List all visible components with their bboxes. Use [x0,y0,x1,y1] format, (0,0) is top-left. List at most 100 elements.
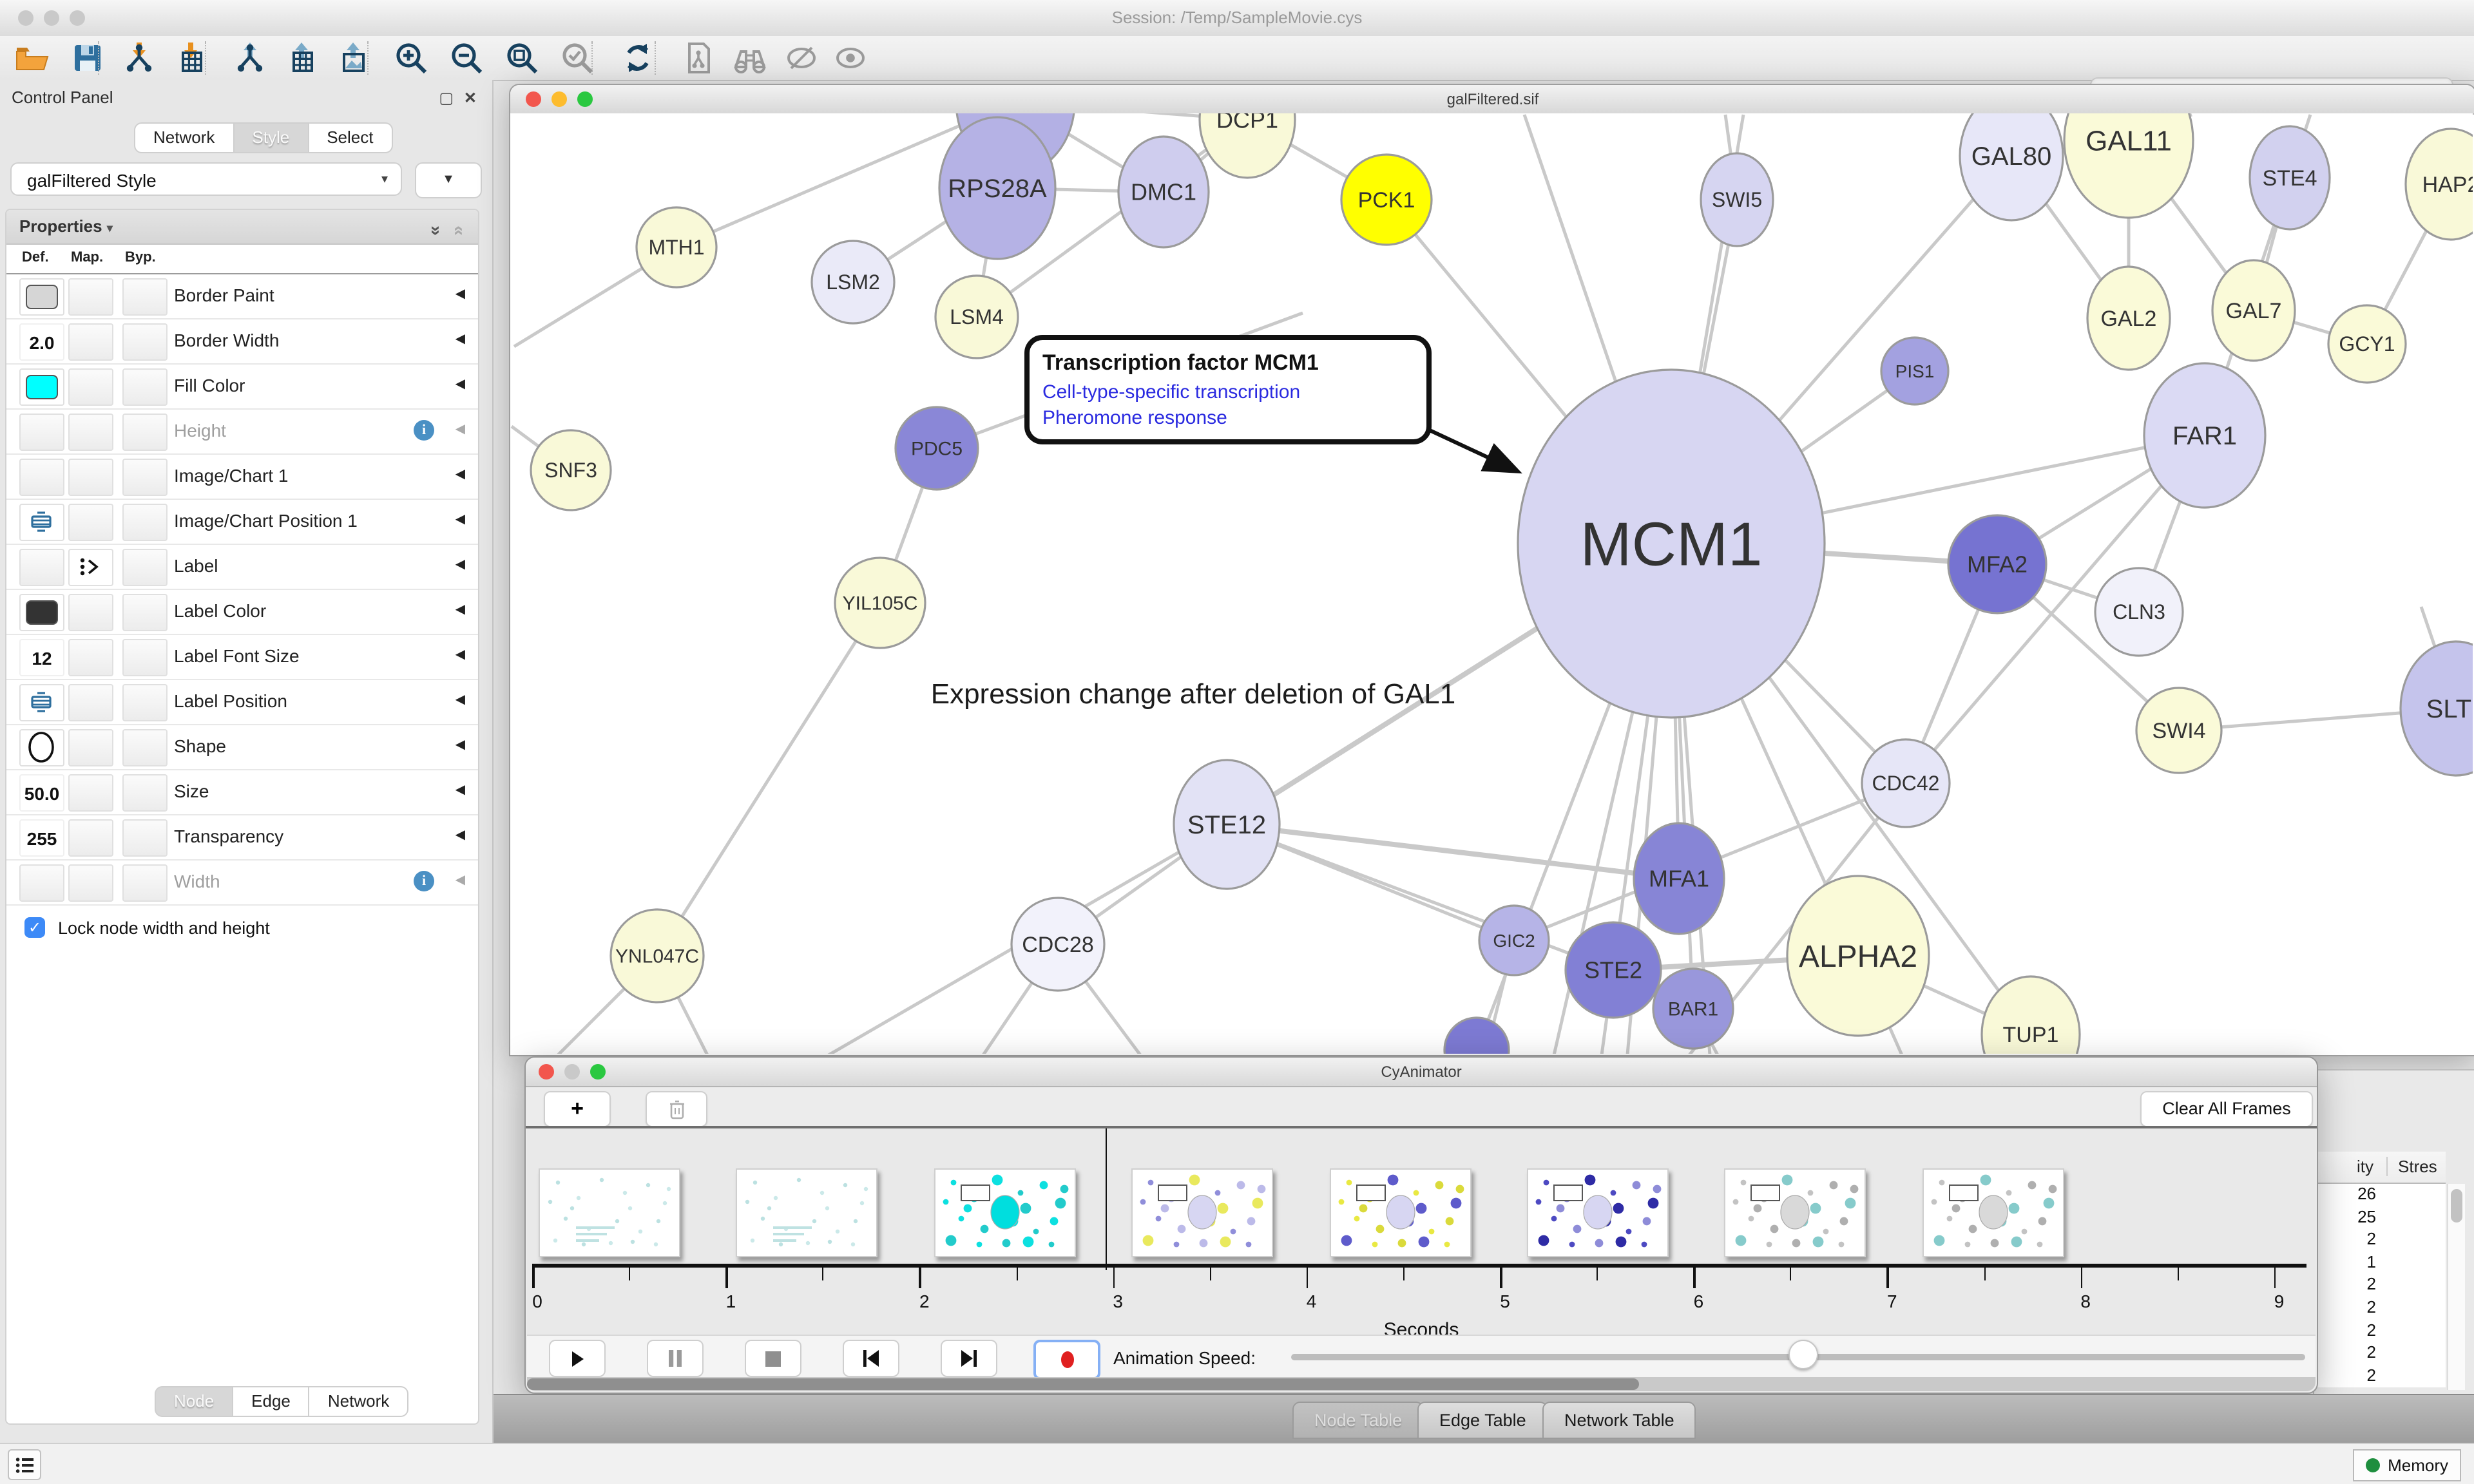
network-node-CDC42[interactable]: CDC42 [1862,739,1950,827]
maximize-window-icon[interactable] [70,10,85,26]
mapping-cell[interactable] [68,504,113,541]
default-value-cell[interactable] [19,549,64,586]
default-value-cell[interactable] [19,729,64,766]
style-selector[interactable]: galFiltered Style ▾ [10,162,402,196]
expand-property-icon[interactable]: ◀ [455,423,465,437]
style-target-tab-edge[interactable]: Edge [233,1386,310,1417]
close-window-icon[interactable] [539,1064,554,1080]
bypass-cell[interactable] [122,819,168,857]
style-target-tab-node[interactable]: Node [155,1386,233,1417]
network-annotation[interactable]: Transcription factor MCM1 Cell-type-spec… [1024,335,1432,444]
network-node-CLN3[interactable]: CLN3 [2095,568,2183,656]
zoom-fit-icon[interactable] [505,41,539,75]
mapping-cell[interactable] [68,368,113,406]
bypass-cell[interactable] [122,323,168,361]
network-node-unlabeled[interactable] [1444,1018,1509,1054]
bypass-cell[interactable] [122,684,168,721]
lock-checkbox[interactable]: ✓ [24,917,45,938]
zoom-selected-icon[interactable] [561,41,594,75]
network-window-titlebar[interactable]: galFiltered.sif [510,85,2474,115]
default-value-cell[interactable] [19,459,64,496]
dock-tab-node-table[interactable]: Node Table [1292,1402,1424,1439]
open-folder-icon[interactable] [15,41,49,75]
binoculars-icon[interactable] [733,41,767,75]
stop-button[interactable] [745,1340,801,1377]
hide-panel-icon[interactable] [785,41,818,75]
mapping-cell[interactable] [68,729,113,766]
capture-frame-button[interactable]: + [544,1091,611,1127]
network-node-DMC1[interactable]: DMC1 [1118,137,1209,247]
playhead[interactable] [1105,1128,1106,1270]
info-icon[interactable]: i [414,871,434,891]
network-canvas[interactable]: RPS28BDCP1RPS28ADMC1PCK1SWI5GAL80GAL11ST… [510,113,2473,1054]
network-node-MFA1[interactable]: MFA1 [1634,823,1724,934]
mapping-cell[interactable] [68,323,113,361]
default-value-cell[interactable]: 2.0 [19,323,64,361]
table-row[interactable]: 26 [2314,1184,2446,1206]
table-row[interactable]: 2 [2314,1297,2446,1320]
delete-frame-button[interactable] [646,1091,707,1127]
property-row-shape[interactable]: Shape◀ [6,725,478,770]
animation-speed-thumb[interactable] [1788,1340,1817,1369]
property-row-fill-color[interactable]: Fill Color◀ [6,365,478,410]
network-node-HAP2[interactable]: HAP2 [2406,129,2473,240]
expand-property-icon[interactable]: ◀ [455,828,465,842]
skip-to-start-button[interactable] [843,1340,899,1377]
network-node-BAR1[interactable]: BAR1 [1653,969,1733,1049]
export-image-icon[interactable] [336,41,370,75]
collapse-all-icon[interactable]: « [443,225,477,236]
skip-to-end-button[interactable] [941,1340,997,1377]
mapping-cell[interactable] [68,278,113,316]
expand-property-icon[interactable]: ◀ [455,513,465,527]
float-panel-icon[interactable]: ▢ [439,89,454,107]
frame-thumbnail-6[interactable] [1527,1168,1669,1257]
network-node-STE4[interactable]: STE4 [2250,126,2330,229]
export-network-icon[interactable] [233,41,267,75]
task-history-button[interactable] [8,1449,41,1480]
mapping-cell[interactable] [68,864,113,902]
network-node-SNF3[interactable]: SNF3 [531,430,611,510]
default-value-cell[interactable] [19,684,64,721]
property-row-transparency[interactable]: 255Transparency◀ [6,815,478,861]
property-row-label-position[interactable]: Label Position◀ [6,680,478,725]
bypass-cell[interactable] [122,639,168,676]
cyanimator-titlebar[interactable]: CyAnimator [526,1058,2317,1087]
zoom-out-icon[interactable] [450,41,483,75]
expand-property-icon[interactable]: ◀ [455,873,465,888]
property-row-height[interactable]: Heighti◀ [6,410,478,455]
default-value-cell[interactable] [19,278,64,316]
network-node-GAL2[interactable]: GAL2 [2087,267,2170,370]
property-row-label-font-size[interactable]: 12Label Font Size◀ [6,635,478,680]
table-row[interactable]: 1 [2314,1252,2446,1275]
info-icon[interactable]: i [414,420,434,441]
style-options-button[interactable]: ▼ [415,162,482,198]
import-network-icon[interactable] [122,41,156,75]
network-node-LSM2[interactable]: LSM2 [812,241,894,323]
property-row-image-chart-position-1[interactable]: Image/Chart Position 1◀ [6,500,478,545]
export-table-icon[interactable] [285,41,318,75]
memory-button[interactable]: Memory [2353,1449,2461,1481]
close-window-icon[interactable] [18,10,34,26]
mapping-cell[interactable] [68,684,113,721]
annotation-link[interactable]: Pheromone response [1042,407,1414,429]
property-row-size[interactable]: 50.0Size◀ [6,770,478,815]
network-node-GIC2[interactable]: GIC2 [1479,906,1549,975]
default-value-cell[interactable] [19,368,64,406]
property-row-border-width[interactable]: 2.0Border Width◀ [6,319,478,365]
bypass-cell[interactable] [122,549,168,586]
network-node-GAL7[interactable]: GAL7 [2212,260,2295,361]
frame-thumbnail-2[interactable] [736,1168,878,1257]
property-row-width[interactable]: Widthi◀ [6,861,478,906]
dock-tab-edge-table[interactable]: Edge Table [1417,1402,1548,1439]
default-value-cell[interactable]: 12 [19,639,64,676]
expand-property-icon[interactable]: ◀ [455,558,465,572]
network-node-GCY1[interactable]: GCY1 [2328,305,2406,383]
default-value-cell[interactable]: 255 [19,819,64,857]
expand-property-icon[interactable]: ◀ [455,332,465,347]
style-target-tab-network[interactable]: Network [310,1386,408,1417]
network-node-SWI5[interactable]: SWI5 [1701,153,1773,246]
mapping-cell[interactable] [68,819,113,857]
network-caption[interactable]: Expression change after deletion of GAL1 [884,678,1502,711]
network-node-MCM1[interactable]: MCM1 [1518,370,1825,718]
timeline-scrollbar[interactable] [527,1377,2316,1391]
